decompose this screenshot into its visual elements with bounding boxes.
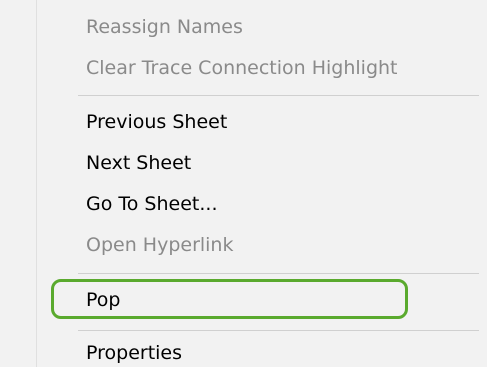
menu-item-label: Properties [86, 342, 183, 364]
menu-item-label: Reassign Names [86, 16, 243, 38]
menu-item-properties[interactable]: Properties [86, 338, 182, 368]
menu-item-next-sheet[interactable]: Next Sheet [86, 148, 191, 178]
menu-separator [78, 95, 479, 96]
menu-item-reassign-names: Reassign Names [86, 12, 243, 42]
menu-item-clear-trace-connection-highlight: Clear Trace Connection Highlight [86, 53, 398, 83]
menu-item-label: Pop [86, 289, 121, 311]
menu-item-previous-sheet[interactable]: Previous Sheet [86, 107, 227, 137]
menu-item-open-hyperlink: Open Hyperlink [86, 230, 233, 260]
menu-item-label: Go To Sheet... [86, 193, 218, 215]
menu-icon-gutter [36, 0, 37, 367]
context-menu: Reassign Names Clear Trace Connection Hi… [0, 0, 487, 367]
menu-item-label: Open Hyperlink [86, 234, 234, 256]
menu-item-label: Clear Trace Connection Highlight [86, 57, 398, 79]
menu-item-go-to-sheet[interactable]: Go To Sheet... [86, 189, 217, 219]
menu-item-label: Next Sheet [86, 152, 192, 174]
menu-item-label: Previous Sheet [86, 111, 228, 133]
menu-separator [78, 273, 479, 274]
menu-separator [78, 330, 479, 331]
menu-item-pop[interactable]: Pop [86, 285, 120, 315]
